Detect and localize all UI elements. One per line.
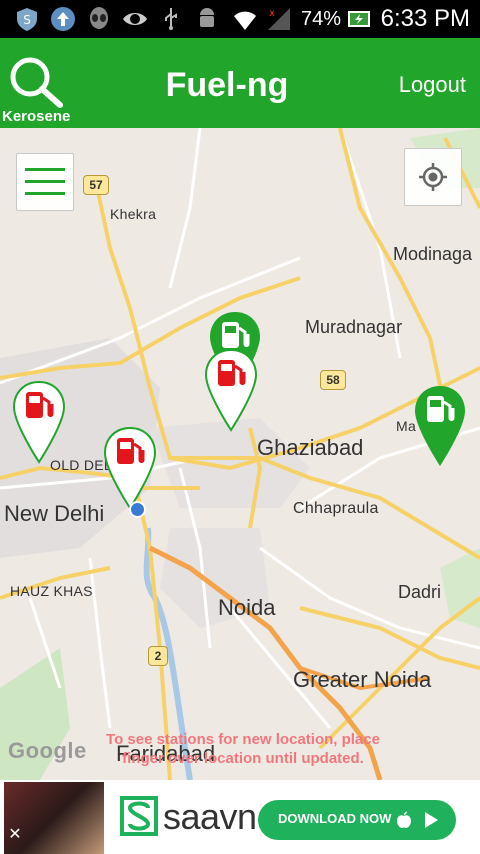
apple-icon <box>397 811 411 828</box>
page-title: Fuel-ng <box>165 66 289 104</box>
menu-icon-bar <box>25 180 65 183</box>
svg-text:S: S <box>23 13 31 27</box>
saavn-logo <box>120 796 158 836</box>
place-label-muradnagar: Muradnagar <box>305 317 403 337</box>
fuel-station-marker-red[interactable] <box>103 426 157 510</box>
eye-icon <box>123 13 147 25</box>
ad-banner[interactable]: ✕ saavn DOWNLOAD NOW <box>0 780 480 854</box>
fuel-station-marker-green[interactable] <box>413 384 467 468</box>
my-location-button[interactable] <box>404 148 462 206</box>
app-header: Kerosene Fuel-ng Logout <box>0 38 480 128</box>
place-label-chhapraula: Chhapraula <box>293 500 379 517</box>
fuel-station-marker-red[interactable] <box>12 380 66 464</box>
signal-icon: x <box>268 8 290 30</box>
place-label-khekra: Khekra <box>110 206 157 222</box>
place-label-new-delhi: New Delhi <box>4 501 105 526</box>
place-label-noida: Noida <box>218 595 276 620</box>
place-label-modinagar: Modinaga <box>393 244 473 264</box>
place-label-ghaziabad: Ghaziabad <box>257 435 364 460</box>
place-label-greater-noida: Greater Noida <box>293 667 432 692</box>
battery-percent: 74% <box>301 8 342 30</box>
status-bar: S x 74% 6:33 PM <box>0 0 480 38</box>
map-view[interactable]: Khekra Modinaga Muradnagar Ghaziabad OLD… <box>0 128 480 780</box>
crosshair-icon <box>419 163 447 191</box>
alien-icon <box>90 7 108 29</box>
menu-icon <box>25 168 65 171</box>
fuel-type-label: Kerosene <box>2 108 71 125</box>
fuel-station-marker-red[interactable] <box>204 348 258 432</box>
close-icon[interactable]: ✕ <box>4 824 26 846</box>
android-icon <box>200 8 214 27</box>
highway-shield-58: 58 <box>320 370 346 390</box>
highway-shield-57: 57 <box>83 175 109 195</box>
logout-button[interactable]: Logout <box>399 72 466 98</box>
battery-icon <box>348 11 370 27</box>
ad-brand-name: saavn <box>163 796 257 837</box>
highway-shield-2: 2 <box>148 646 168 666</box>
current-location-dot <box>129 501 146 518</box>
svg-text:x: x <box>269 8 275 19</box>
menu-icon-bar <box>25 192 65 195</box>
shield-icon: S <box>17 8 37 31</box>
upload-icon <box>51 7 75 31</box>
map-hint-text: To see stations for new location, place … <box>106 731 380 767</box>
wifi-icon <box>234 11 256 30</box>
download-now-label: DOWNLOAD NOW <box>278 811 392 826</box>
download-now-button[interactable]: DOWNLOAD NOW <box>258 800 456 840</box>
clock: 6:33 PM <box>380 5 470 32</box>
menu-button[interactable] <box>16 153 74 211</box>
place-label-dadri: Dadri <box>398 582 442 602</box>
usb-icon <box>165 8 177 30</box>
place-label-hauz-khas: HAUZ KHAS <box>10 583 93 599</box>
google-attribution: Google <box>8 738 87 763</box>
play-icon <box>425 812 438 828</box>
